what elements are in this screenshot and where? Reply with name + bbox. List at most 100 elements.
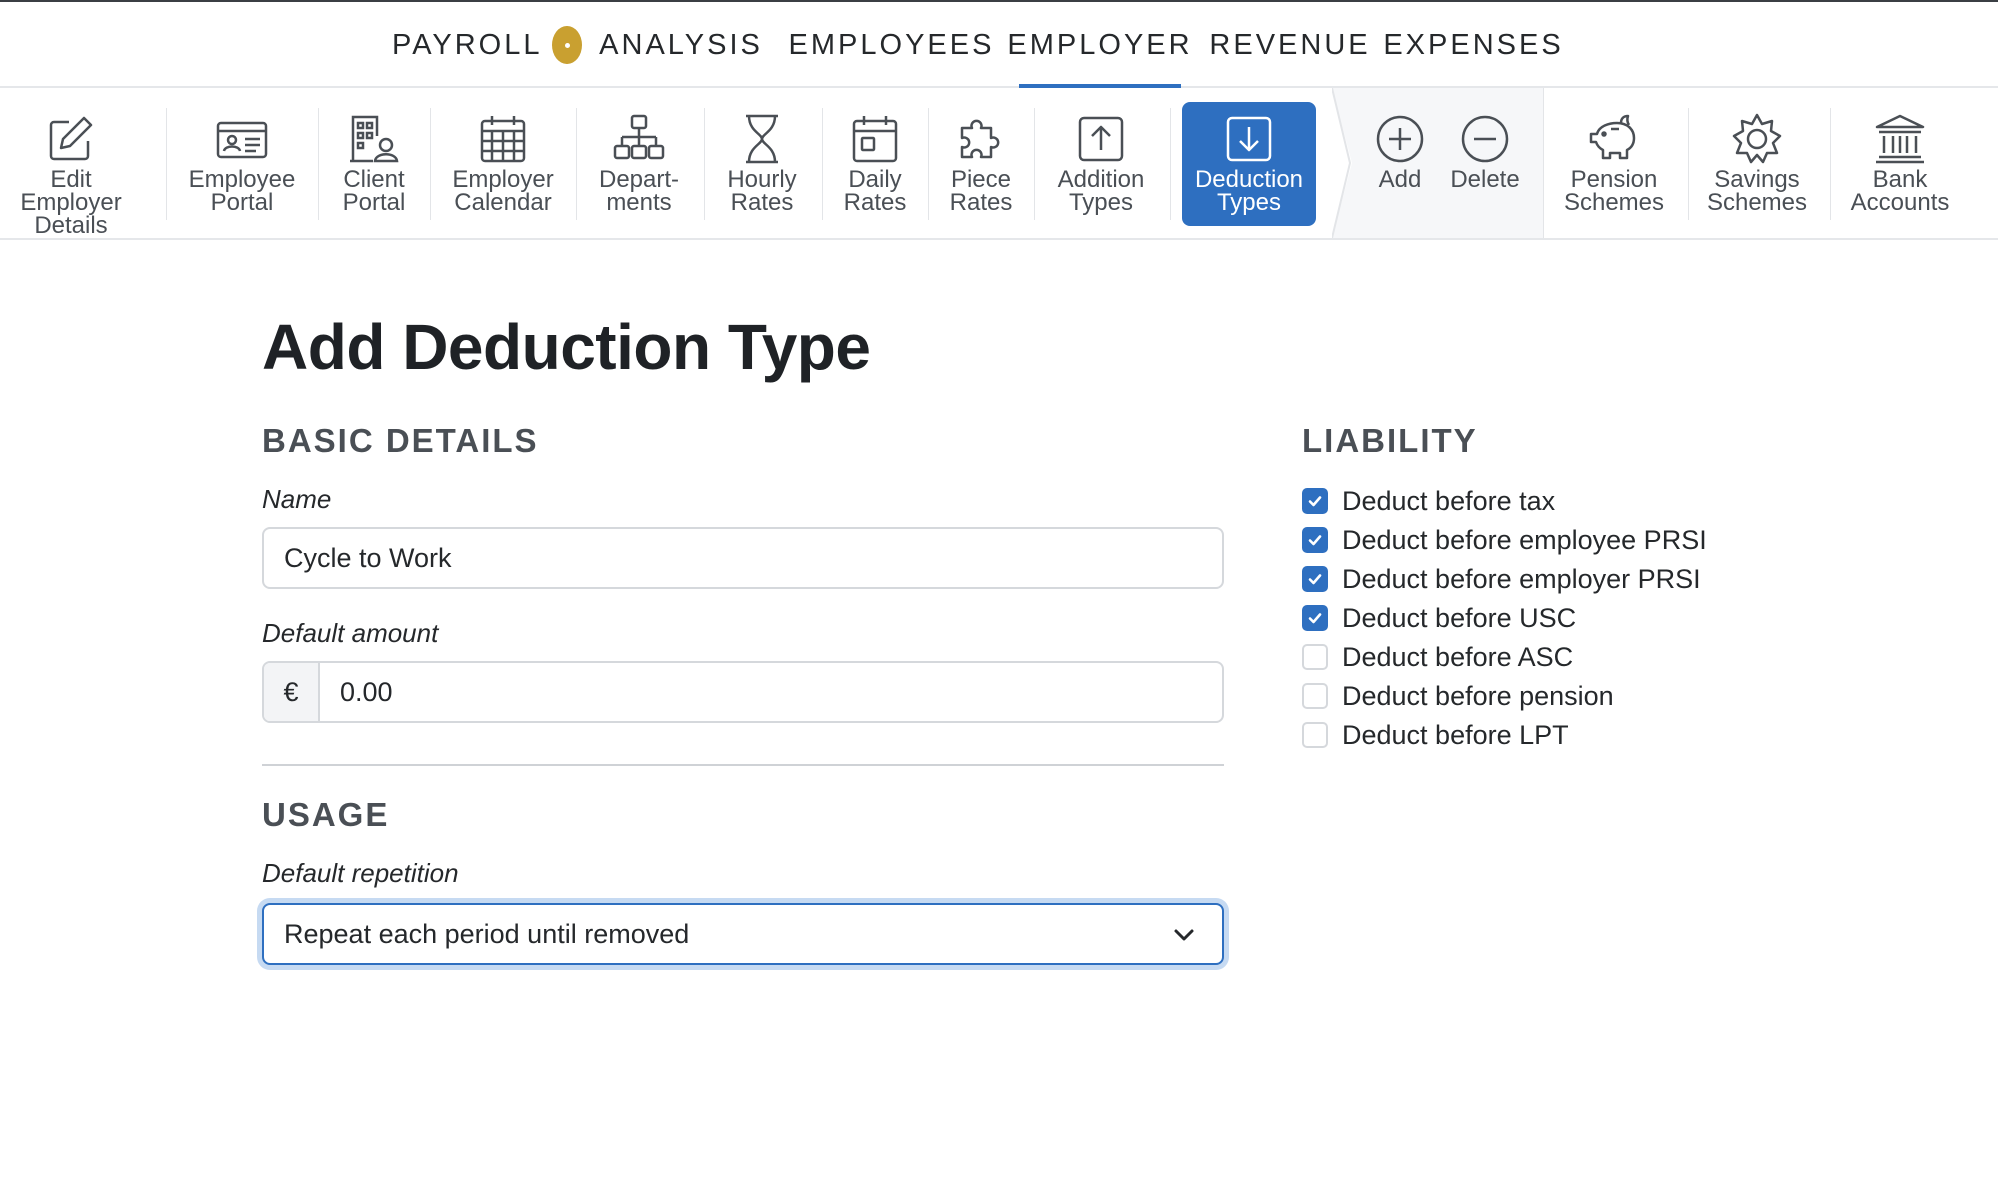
checkmark-icon [1308, 574, 1322, 585]
toolbar-add-button[interactable]: Add [1366, 88, 1434, 238]
id-card-icon [216, 121, 268, 159]
basic-details-heading: BASIC DETAILS [262, 422, 539, 459]
sun-icon [1732, 113, 1782, 164]
hourglass-icon [746, 114, 778, 164]
tab-analysis[interactable]: ANALYSIS [599, 2, 760, 88]
toolbar-label-line2: Portal [210, 189, 274, 216]
tab-revenue[interactable]: REVENUE [1209, 2, 1367, 88]
checkbox-checked[interactable] [1302, 566, 1328, 592]
tab-employer[interactable]: EMPLOYER [1007, 2, 1190, 90]
liability-checkbox-row[interactable]: Deduct before ASC [1302, 640, 1573, 674]
toolbar-label-line2: Rates [843, 189, 907, 216]
tab-revenue-label: REVENUE [1209, 28, 1371, 61]
toolbar-hourly-rates[interactable]: Hourly Rates [714, 88, 810, 238]
checkmark-icon [1308, 613, 1322, 624]
tab-employees-label: EMPLOYEES [788, 28, 995, 61]
toolbar-label-line2: ments [606, 189, 672, 216]
default-repetition-select[interactable]: Repeat each period until removed [262, 903, 1224, 965]
toolbar-label-line1: Bank [1872, 166, 1928, 193]
toolbar-label-line1: Client [343, 166, 405, 193]
liability-checkbox-row[interactable]: Deduct before tax [1302, 484, 1555, 518]
piggy-bank-icon [1589, 114, 1636, 160]
liability-checkbox-label: Deduct before tax [1342, 485, 1556, 516]
toolbar-label-line1: Employer [452, 166, 554, 193]
building-user-icon [350, 115, 399, 163]
toolbar-departments[interactable]: Depart-ments [586, 88, 692, 238]
checkbox-checked[interactable] [1302, 488, 1328, 514]
tab-payroll[interactable]: PAYROLL [392, 2, 582, 88]
toolbar-label-line2: Rates [949, 189, 1013, 216]
tab-analysis-label: ANALYSIS [599, 28, 763, 61]
minus-circle-icon [1461, 115, 1509, 163]
toolbar-pension-schemes[interactable]: Pension Schemes [1560, 88, 1668, 238]
liability-checkbox-row[interactable]: Deduct before pension [1302, 679, 1614, 713]
upload-icon [1078, 116, 1124, 162]
liability-checkbox-label: Deduct before employer PRSI [1342, 563, 1701, 594]
toolbar-label-line2: Schemes [1563, 189, 1665, 216]
tab-employees[interactable]: EMPLOYEES [789, 2, 992, 88]
toolbar-delete-button[interactable]: Delete [1444, 88, 1526, 238]
toolbar-addition-types[interactable]: Addition Types [1044, 88, 1158, 238]
checkbox-unchecked[interactable] [1302, 722, 1328, 748]
employer-toolbar: Edit Employer Details Employee Portal Clie… [0, 88, 1998, 240]
chevron-down-icon [1174, 929, 1194, 941]
liability-checkbox-label: Deduct before LPT [1342, 719, 1569, 750]
toolbar-label-line1: Hourly [727, 166, 797, 193]
toolbar-label-line2: Rates [730, 189, 794, 216]
toolbar-label-line2: Calendar [454, 189, 552, 216]
tab-payroll-label: PAYROLL [392, 28, 543, 61]
toolbar-employer-calendar[interactable]: Employer Calendar [440, 88, 566, 238]
checkbox-checked[interactable] [1302, 527, 1328, 553]
toolbar-label-line2: Accounts [1850, 189, 1950, 216]
toolbar-label-line2: Types [1216, 189, 1281, 216]
checkbox-unchecked[interactable] [1302, 683, 1328, 709]
checkbox-unchecked[interactable] [1302, 644, 1328, 670]
toolbar-label-line1: Addition [1057, 166, 1145, 193]
org-chart-icon [613, 114, 665, 160]
puzzle-icon [960, 119, 1000, 159]
toolbar-label-line1: Depart- [598, 166, 680, 193]
payroll-status-badge [552, 26, 582, 64]
calendar-grid-icon [480, 116, 526, 163]
tab-expenses-label: EXPENSES [1383, 28, 1564, 61]
toolbar-employee-portal[interactable]: Employee Portal [176, 88, 308, 238]
download-icon [1226, 116, 1272, 162]
liability-checkbox-row[interactable]: Deduct before USC [1302, 601, 1576, 635]
default-repetition-value: Repeat each period until removed [284, 918, 690, 949]
calendar-day-icon [852, 116, 898, 163]
toolbar-edit-employer-details[interactable]: Edit Employer Details [0, 88, 142, 238]
default-repetition-label: Default repetition [262, 858, 459, 888]
checkmark-icon [1308, 535, 1322, 546]
toolbar-label-line1: Daily [848, 166, 902, 193]
toolbar-bank-accounts[interactable]: Bank Accounts [1844, 88, 1956, 238]
toolbar-label-line2: Types [1068, 189, 1133, 216]
toolbar-label-line1: Pension [1570, 166, 1658, 193]
liability-checkbox-row[interactable]: Deduct before LPT [1302, 718, 1569, 752]
toolbar-savings-schemes[interactable]: Savings Schemes [1702, 88, 1812, 238]
toolbar-label-line1: Edit Employer [20, 166, 122, 216]
liability-checkbox-row[interactable]: Deduct before employee PRSI [1302, 523, 1707, 557]
tab-expenses[interactable]: EXPENSES [1383, 2, 1560, 88]
checkbox-checked[interactable] [1302, 605, 1328, 631]
name-input-value: Cycle to Work [284, 542, 452, 573]
liability-checkbox-label: Deduct before employee PRSI [1342, 524, 1707, 555]
liability-checkbox-row[interactable]: Deduct before employer PRSI [1302, 562, 1701, 596]
toolbar-label-line1: Add [1378, 166, 1422, 193]
toolbar-label-line1: Deduction [1194, 166, 1304, 193]
toolbar-daily-rates[interactable]: Daily Rates [832, 88, 918, 238]
toolbar-deduction-types[interactable]: Deduction Types [1182, 102, 1316, 226]
bank-icon [1875, 114, 1925, 164]
toolbar-client-portal[interactable]: Client Portal [326, 88, 422, 238]
name-input[interactable]: Cycle to Work [262, 527, 1224, 589]
toolbar-piece-rates[interactable]: Piece Rates [938, 88, 1024, 238]
name-label: Name [262, 484, 332, 514]
toolbar-label-line1: Delete [1450, 166, 1520, 193]
plus-circle-icon [1376, 115, 1424, 163]
toolbar-label-line1: Piece [950, 166, 1012, 193]
liability-checkbox-label: Deduct before pension [1342, 680, 1614, 711]
toolbar-label-line2: Schemes [1706, 189, 1808, 216]
tab-employer-label: EMPLOYER [1007, 28, 1193, 61]
default-amount-input[interactable]: € 0.00 [262, 661, 1224, 723]
toolbar-label-line1: Savings [1714, 166, 1800, 193]
edit-icon [49, 116, 93, 161]
